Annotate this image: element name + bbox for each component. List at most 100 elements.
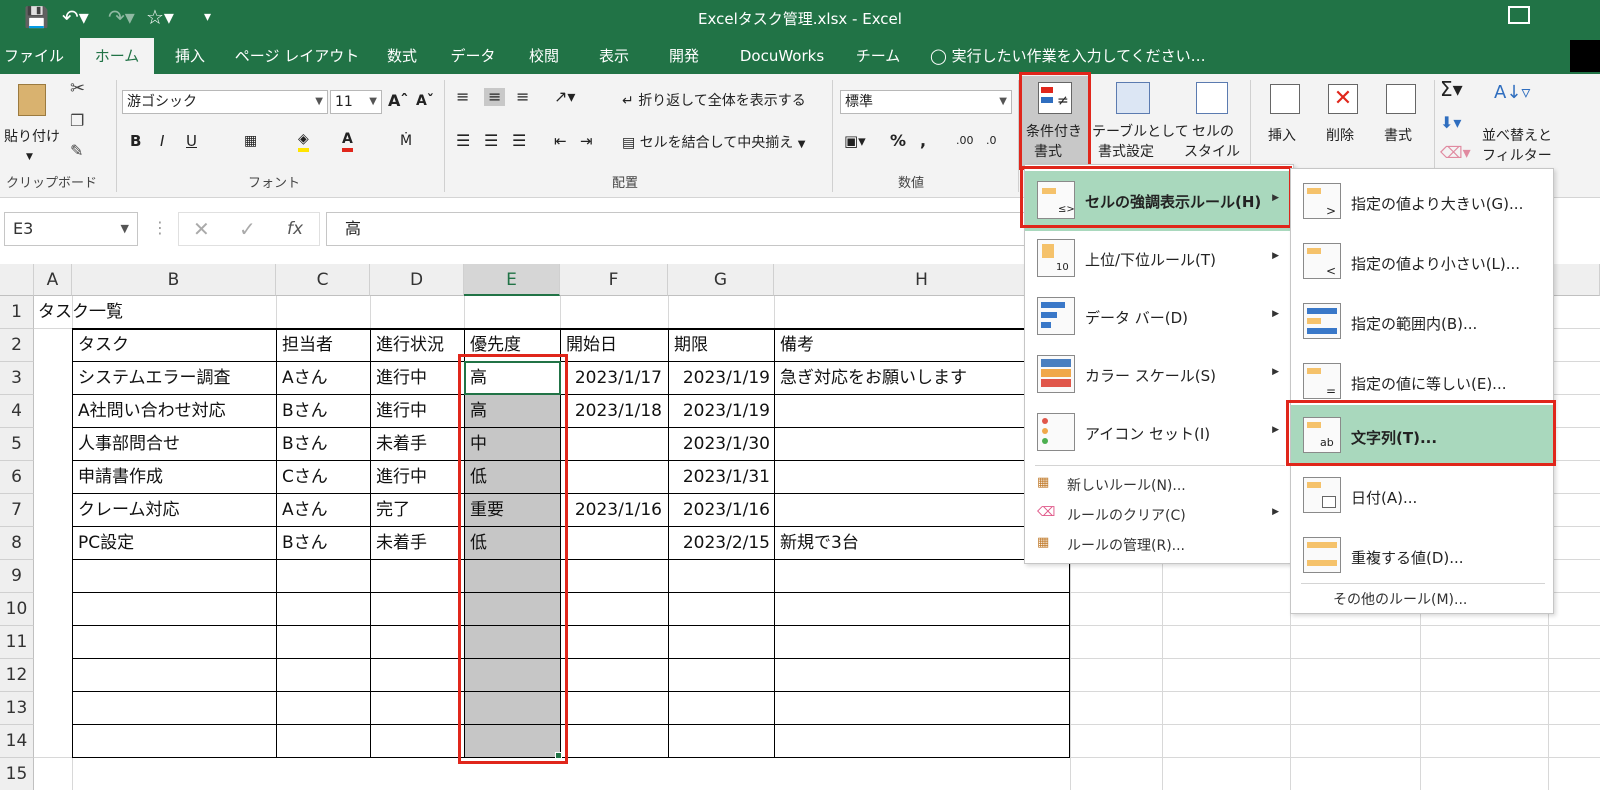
header-cell[interactable]: タスク [74, 329, 274, 362]
row-header[interactable]: 7 [0, 494, 34, 527]
table-cell[interactable]: 2023/1/17 [562, 362, 666, 395]
autosum-icon[interactable]: Σ▾ [1440, 79, 1463, 99]
table-cell[interactable]: 申請書作成 [74, 461, 274, 494]
format-as-table-button[interactable]: テーブルとして 書式設定 [1092, 76, 1189, 168]
submenu-item-duplicate-values[interactable]: 重複する値(D)... [1291, 525, 1553, 585]
table-cell[interactable]: 2023/1/16 [670, 494, 774, 527]
menu-item-color-scales[interactable]: カラー スケール(S) ▶ [1025, 347, 1293, 405]
font-size-select[interactable]: 11 ▼ [330, 90, 382, 114]
tab-file[interactable]: ファイル [0, 38, 68, 74]
menu-item-manage-rules[interactable]: ▦ ルールの管理(R)... [1025, 529, 1293, 559]
table-cell[interactable] [776, 428, 1026, 461]
align-left-icon[interactable]: ☰ [456, 132, 470, 150]
align-right-icon[interactable]: ☰ [512, 132, 526, 150]
row-header[interactable]: 10 [0, 593, 34, 626]
row-header[interactable]: 5 [0, 428, 34, 461]
align-middle-icon[interactable]: ≡ [484, 88, 506, 106]
formula-input[interactable]: 高 [326, 212, 1026, 246]
increase-decimal-icon[interactable]: .00 [956, 132, 974, 150]
tab-view[interactable]: 表示 [584, 38, 644, 74]
row-header[interactable]: 15 [0, 758, 34, 790]
tab-page-layout[interactable]: ページ レイアウト [228, 38, 366, 74]
column-header[interactable]: B [72, 264, 276, 296]
tab-formulas[interactable]: 数式 [372, 38, 432, 74]
table-cell[interactable] [776, 461, 1026, 494]
column-header[interactable]: A [34, 264, 72, 296]
orientation-icon[interactable]: ↗▾ [554, 88, 575, 106]
cancel-icon[interactable]: ✕ [193, 217, 210, 241]
submenu-item-greater-than[interactable]: > 指定の値より大きい(G)... [1291, 171, 1553, 231]
delete-cells-button[interactable]: ✕ 削除 [1316, 76, 1372, 168]
fill-color-icon[interactable]: ◈ [298, 130, 309, 152]
table-cell[interactable]: Bさん [278, 527, 368, 560]
row-header[interactable]: 8 [0, 527, 34, 560]
decrease-decimal-icon[interactable]: .0 [986, 132, 997, 150]
submenu-item-less-than[interactable]: < 指定の値より小さい(L)... [1291, 231, 1553, 291]
insert-function-icon[interactable]: fx [287, 219, 303, 239]
wrap-text-button[interactable]: ↵ 折り返して全体を表示する [622, 92, 806, 110]
cell-styles-button[interactable]: セルの スタイル [1180, 76, 1244, 168]
name-box[interactable]: E3 ▼ [4, 212, 138, 246]
font-color-icon[interactable]: A [342, 130, 353, 152]
tab-home[interactable]: ホーム [80, 38, 154, 74]
submenu-item-more-rules[interactable]: その他のルール(M)... [1291, 585, 1553, 613]
align-top-icon[interactable]: ≡ [456, 88, 469, 106]
table-cell[interactable]: 進行中 [372, 461, 462, 494]
table-cell[interactable]: 未着手 [372, 527, 462, 560]
tab-review[interactable]: 校閲 [514, 38, 574, 74]
table-cell[interactable]: 2023/1/30 [670, 428, 774, 461]
phonetic-icon[interactable]: Ṁ [400, 132, 412, 150]
accounting-format-icon[interactable]: ▣▾ [844, 132, 866, 150]
number-format-select[interactable]: 標準 ▼ [840, 90, 1012, 114]
align-center-icon[interactable]: ☰ [484, 132, 498, 150]
tab-insert[interactable]: 挿入 [160, 38, 220, 74]
table-cell[interactable] [776, 395, 1026, 428]
header-cell[interactable]: 担当者 [278, 329, 368, 362]
clear-icon[interactable]: ⌫▾ [1440, 144, 1471, 162]
column-header[interactable]: E [464, 264, 560, 296]
format-painter-icon[interactable]: ✎ [70, 140, 83, 162]
row-header[interactable]: 13 [0, 692, 34, 725]
menu-item-icon-sets[interactable]: アイコン セット(I) ▶ [1025, 405, 1293, 463]
row-header[interactable]: 6 [0, 461, 34, 494]
align-bottom-icon[interactable]: ≡ [516, 88, 529, 106]
row-header[interactable]: 14 [0, 725, 34, 758]
sort-filter-button[interactable]: A↓▿ 並べ替えと フィルター [1482, 76, 1572, 168]
table-cell[interactable]: 人事部問合せ [74, 428, 274, 461]
table-cell[interactable]: Aさん [278, 494, 368, 527]
insert-cells-button[interactable]: 挿入 [1258, 76, 1314, 168]
table-cell[interactable]: PC設定 [74, 527, 274, 560]
table-cell[interactable]: 完了 [372, 494, 462, 527]
table-cell[interactable]: 新規で3台 [776, 527, 1026, 560]
tell-me-box[interactable]: ◯ 実行したい作業を入力してください… [930, 38, 1210, 74]
table-cell[interactable]: 急ぎ対応をお願いします [776, 362, 1026, 395]
table-cell[interactable]: 2023/1/19 [670, 362, 774, 395]
enter-icon[interactable]: ✓ [239, 217, 256, 241]
decrease-indent-icon[interactable]: ⇤ [554, 132, 567, 150]
increase-font-icon[interactable]: Aˆ [388, 92, 408, 110]
paste-button[interactable]: 貼り付け ▼ [4, 78, 64, 164]
format-cells-button[interactable]: 書式 [1374, 76, 1430, 168]
menu-item-new-rule[interactable]: ▦ 新しいルール(N)... [1025, 469, 1293, 499]
row-header[interactable]: 3 [0, 362, 34, 395]
table-cell[interactable] [562, 527, 666, 560]
table-cell[interactable]: 進行中 [372, 395, 462, 428]
row-header[interactable]: 9 [0, 560, 34, 593]
column-header[interactable]: D [370, 264, 464, 296]
font-name-select[interactable]: 游ゴシック ▼ [122, 90, 328, 114]
tab-docuworks[interactable]: DocuWorks [728, 38, 836, 74]
table-cell[interactable]: 2023/1/31 [670, 461, 774, 494]
column-header[interactable]: G [668, 264, 774, 296]
table-cell[interactable]: Aさん [278, 362, 368, 395]
row-header[interactable]: 2 [0, 329, 34, 362]
menu-item-data-bars[interactable]: データ バー(D) ▶ [1025, 289, 1293, 347]
table-cell[interactable]: Bさん [278, 428, 368, 461]
cut-icon[interactable]: ✂ [70, 78, 85, 100]
merge-center-button[interactable]: ▤ セルを結合して中央揃え ▼ [622, 134, 805, 154]
table-cell[interactable]: 2023/1/19 [670, 395, 774, 428]
row-header[interactable]: 1 [0, 296, 34, 329]
menu-item-clear-rules[interactable]: ⌫ ルールのクリア(C) ▶ [1025, 499, 1293, 529]
header-cell[interactable]: 進行状況 [372, 329, 462, 362]
table-cell[interactable] [562, 461, 666, 494]
ribbon-display-options-icon[interactable] [1508, 6, 1530, 24]
